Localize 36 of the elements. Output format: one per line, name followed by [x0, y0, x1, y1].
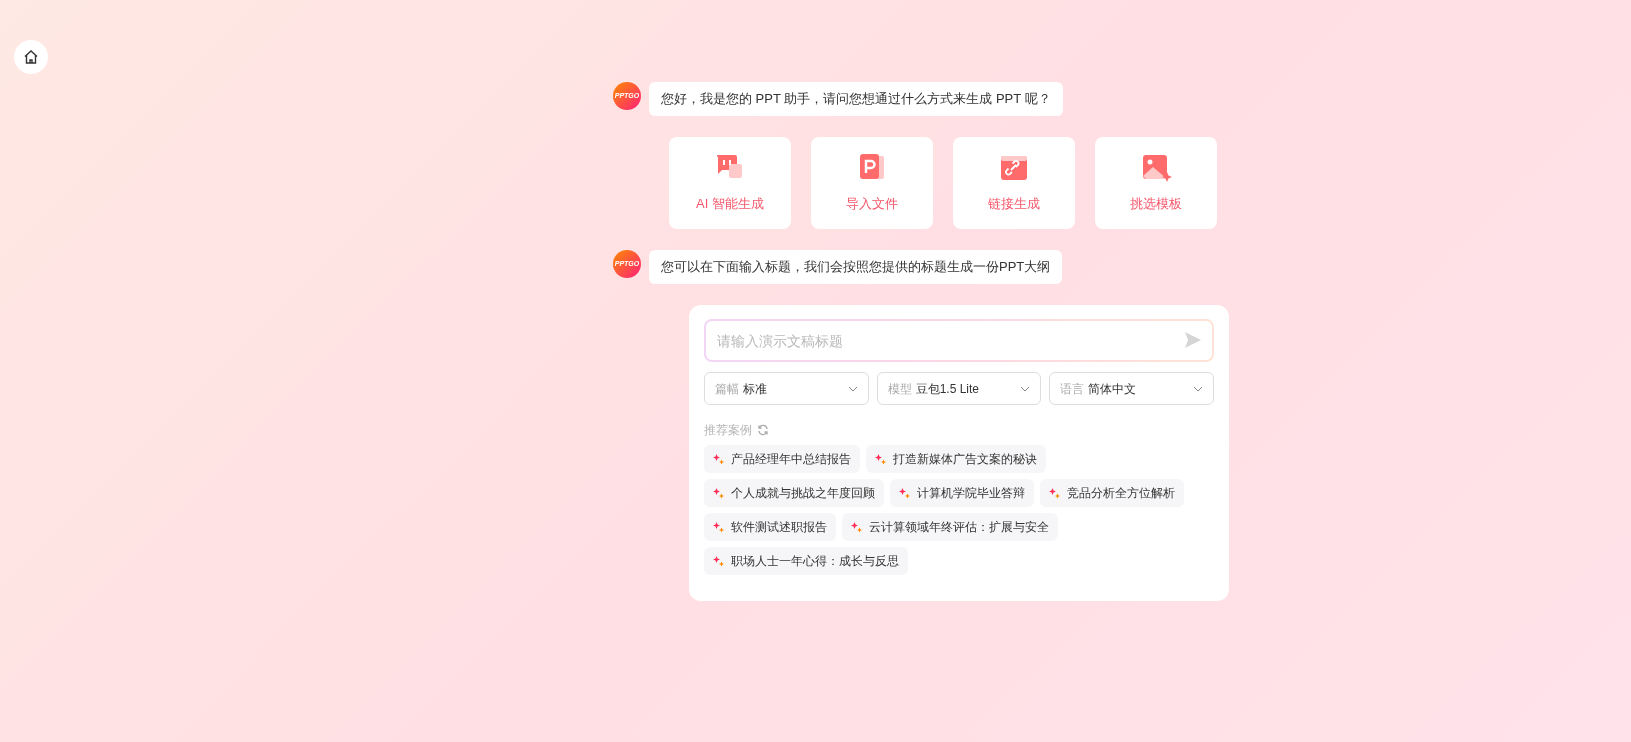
select-label: 语言: [1060, 380, 1085, 398]
chevron-down-icon: [1193, 385, 1203, 392]
select-value: 标准: [743, 380, 768, 398]
home-button[interactable]: [14, 40, 48, 74]
suggestion-chip[interactable]: 职场人士一年心得：成长与反思: [704, 547, 908, 575]
sparkle-icon: [713, 487, 724, 499]
section-heading: 推荐案例: [704, 422, 752, 439]
suggestion-chip[interactable]: 计算机学院毕业答辩: [890, 479, 1034, 507]
sparkle-icon: [713, 521, 724, 533]
sparkle-icon: [875, 453, 886, 465]
suggestion-chip[interactable]: 打造新媒体广告文案的秘诀: [866, 445, 1046, 473]
sparkle-icon: [713, 555, 724, 567]
suggestion-chip[interactable]: 云计算领域年终评估：扩展与安全: [842, 513, 1058, 541]
suggestion-chip[interactable]: 竞品分析全方位解析: [1040, 479, 1184, 507]
select-value: 豆包1.5 Lite: [915, 380, 981, 398]
select-value: 简体中文: [1088, 380, 1138, 398]
select-field[interactable]: 模型 豆包1.5 Lite: [876, 372, 1042, 405]
chevron-down-icon: [1020, 385, 1031, 392]
select-label: 篇幅: [715, 380, 739, 398]
select-field[interactable]: 篇幅 标准: [704, 372, 869, 405]
chevron-down-icon: [847, 385, 858, 392]
sparkle-icon: [899, 487, 910, 499]
sparkle-icon: [851, 521, 862, 533]
message-bubble: 您可以在下面输入标题，我们会按照您提供的标题生成一份PPT大纲: [649, 250, 1063, 284]
sparkle-icon: [713, 453, 724, 465]
select-field[interactable]: 语言 简体中文: [1049, 372, 1214, 405]
suggestion-chip[interactable]: 产品经理年中总结报告: [704, 445, 860, 473]
select-label: 模型: [887, 380, 912, 398]
refresh-icon[interactable]: [757, 424, 769, 436]
suggestion-chip[interactable]: 软件测试述职报告: [704, 513, 836, 541]
sparkle-icon: [1049, 487, 1060, 499]
message-bubble: 您好，我是您的 PPT 助手，请问您想通过什么方式来生成 PPT 呢？: [649, 82, 1063, 116]
send-icon[interactable]: [1184, 331, 1202, 349]
suggestion-chip[interactable]: 个人成就与挑战之年度回顾: [704, 479, 884, 507]
title-input[interactable]: 请输入演示文稿标题: [706, 321, 1212, 360]
home-icon: [23, 49, 39, 65]
